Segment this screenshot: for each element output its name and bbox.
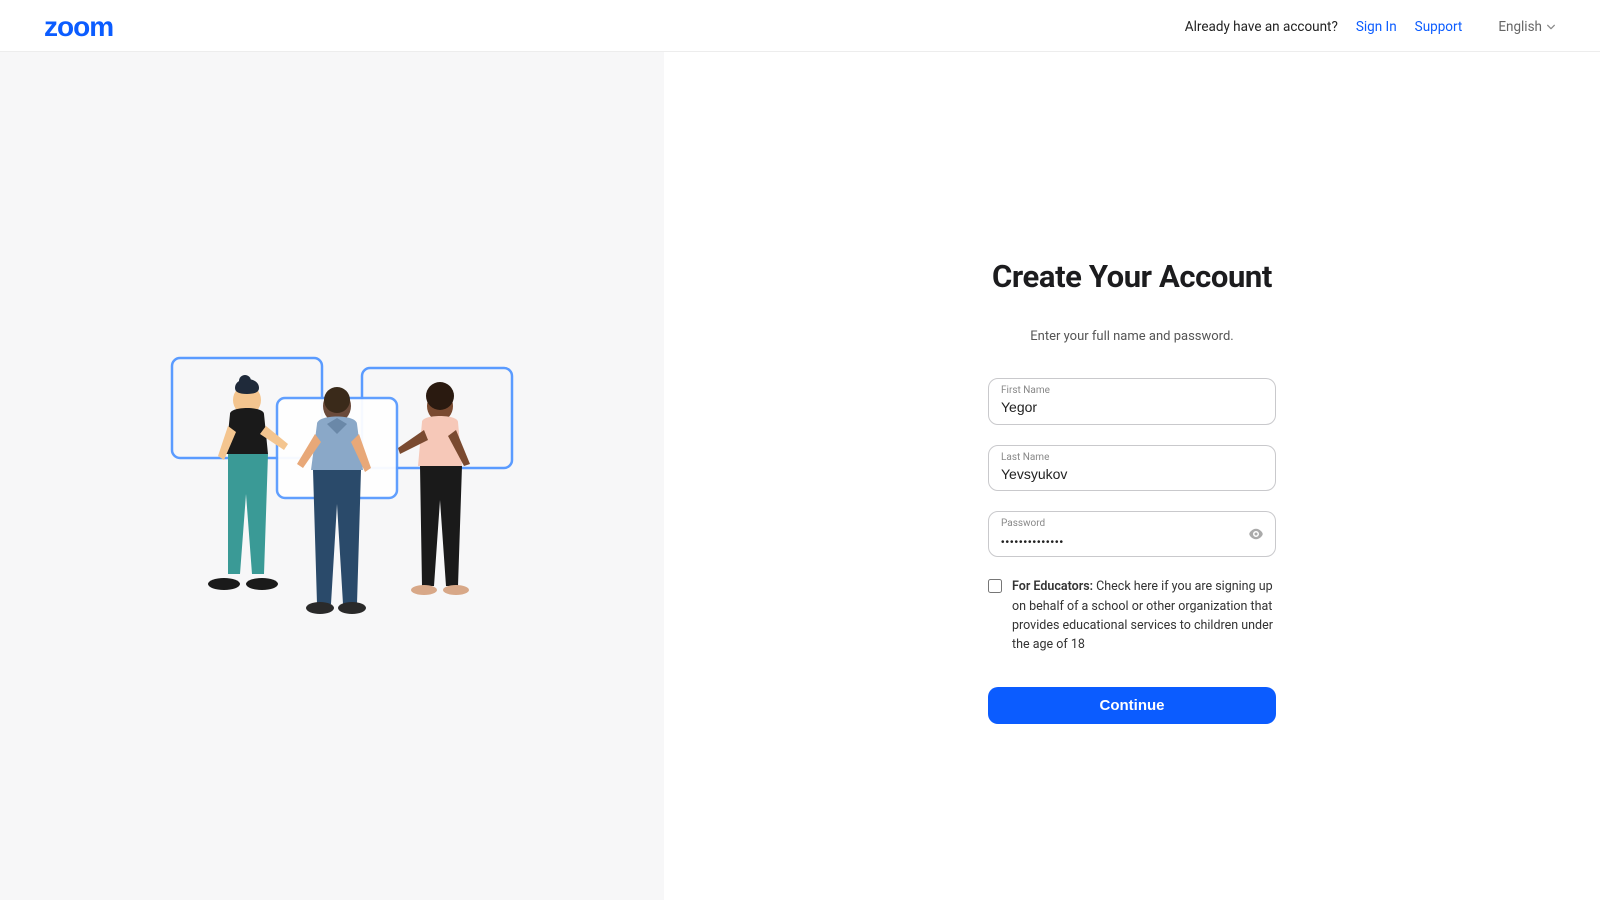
sign-in-link[interactable]: Sign In <box>1356 19 1397 35</box>
password-input[interactable] <box>1001 536 1263 550</box>
form-panel: Create Your Account Enter your full name… <box>664 52 1600 900</box>
last-name-field[interactable]: Last Name <box>988 445 1276 492</box>
header-right: Already have an account? Sign In Support… <box>1185 19 1556 35</box>
continue-button[interactable]: Continue <box>988 687 1276 724</box>
educator-text-wrap: For Educators: Check here if you are sig… <box>1012 577 1276 655</box>
people-illustration <box>142 326 522 626</box>
chevron-down-icon <box>1546 22 1556 32</box>
zoom-logo: zoom <box>44 11 113 43</box>
first-name-input[interactable] <box>1001 398 1263 418</box>
language-label: English <box>1498 19 1542 35</box>
main: Create Your Account Enter your full name… <box>0 52 1600 900</box>
educator-checkbox[interactable] <box>988 579 1002 593</box>
signup-form: Create Your Account Enter your full name… <box>988 258 1276 900</box>
password-label: Password <box>1001 518 1263 530</box>
eye-icon[interactable] <box>1247 525 1265 543</box>
password-field[interactable]: Password <box>988 511 1276 557</box>
already-have-account-text: Already have an account? <box>1185 19 1338 35</box>
first-name-label: First Name <box>1001 385 1263 397</box>
page-title: Create Your Account <box>988 258 1276 295</box>
page-subtitle: Enter your full name and password. <box>988 329 1276 344</box>
language-selector[interactable]: English <box>1498 19 1556 35</box>
support-link[interactable]: Support <box>1415 19 1463 35</box>
header: zoom Already have an account? Sign In Su… <box>0 0 1600 52</box>
first-name-field[interactable]: First Name <box>988 378 1276 425</box>
last-name-input[interactable] <box>1001 465 1263 485</box>
illustration-panel <box>0 52 664 900</box>
educator-bold: For Educators: <box>1012 579 1093 594</box>
educator-checkbox-row[interactable]: For Educators: Check here if you are sig… <box>988 577 1276 655</box>
last-name-label: Last Name <box>1001 452 1263 464</box>
